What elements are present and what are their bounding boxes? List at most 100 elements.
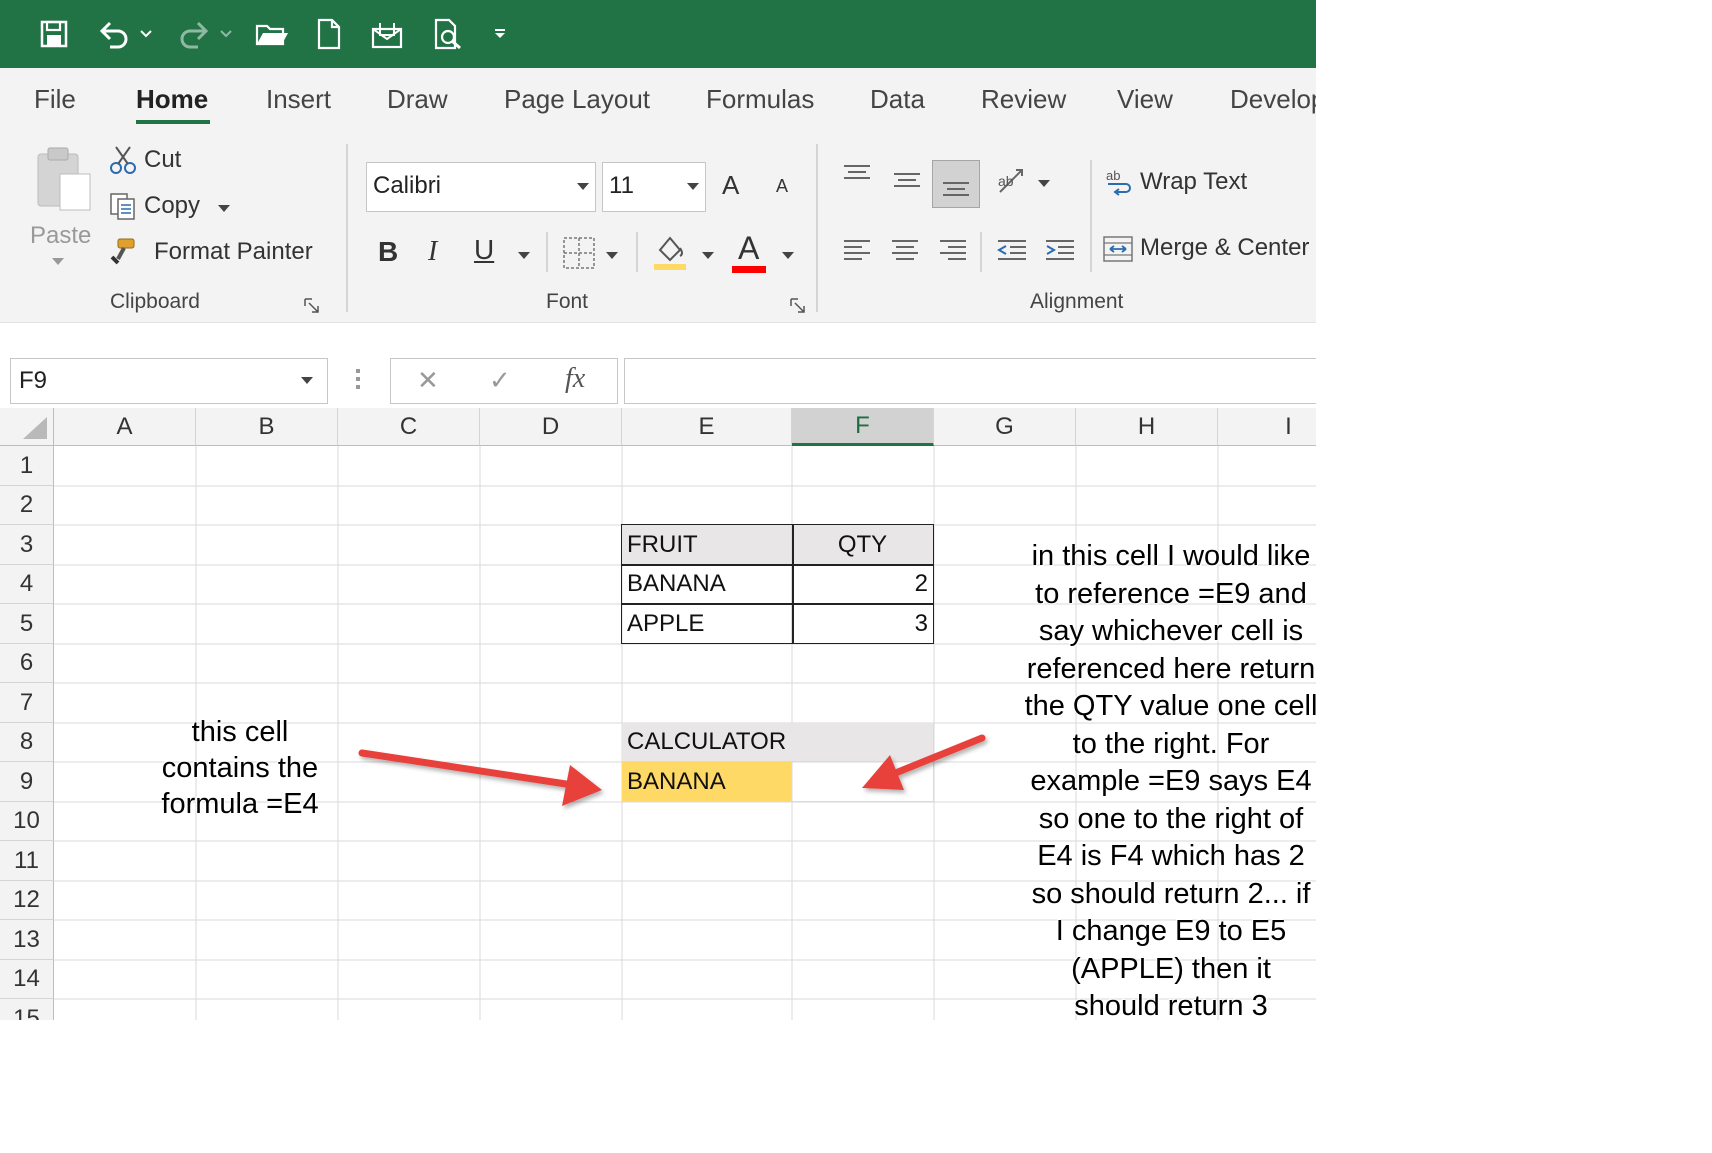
row-header-7[interactable]: 7 [0,683,54,723]
row-header-2[interactable]: 2 [0,486,54,525]
cell-e4[interactable]: BANANA [622,565,792,604]
tab-formulas[interactable]: Formulas [706,84,814,115]
annotation-line: referenced here return [1026,652,1316,685]
cancel-icon[interactable]: ✕ [417,365,439,396]
cell-f5[interactable]: 3 [792,604,934,644]
column-header-b[interactable]: B [196,408,338,446]
name-box[interactable]: F9 [10,358,328,404]
cell-e5[interactable]: APPLE [622,604,792,644]
row-header-4[interactable]: 4 [0,565,54,604]
align-center-icon[interactable] [890,238,920,264]
underline-button[interactable]: U [474,234,494,266]
decrease-indent-icon[interactable] [996,238,1028,264]
font-name-select[interactable]: Calibri [366,162,596,212]
column-header-h[interactable]: H [1076,408,1218,446]
column-header-d[interactable]: D [480,408,622,446]
row-header-12[interactable]: 12 [0,881,54,920]
tab-insert[interactable]: Insert [266,84,331,115]
clipboard-launcher-icon[interactable] [304,298,320,314]
top-align-icon[interactable] [842,164,872,188]
row-header-3[interactable]: 3 [0,525,54,565]
column-header-g[interactable]: G [934,408,1076,446]
borders-icon[interactable] [562,236,596,270]
bold-button[interactable]: B [378,236,398,268]
font-size-select[interactable]: 11 [602,162,706,212]
paste-dropdown-icon[interactable] [52,258,64,265]
bottom-align-button[interactable] [932,160,980,208]
undo-dropdown-icon[interactable] [136,14,156,54]
select-all-button[interactable] [0,408,54,446]
merge-center-button[interactable]: Merge & Center [1102,230,1316,270]
enter-icon[interactable]: ✓ [489,365,511,396]
column-header-f[interactable]: F [792,408,934,446]
email-icon[interactable] [370,14,404,54]
column-header-i[interactable]: I [1218,408,1316,446]
tab-view[interactable]: View [1117,84,1173,115]
right-annotation: in this cell I would like to reference =… [1006,538,1316,1020]
row-header-6[interactable]: 6 [0,644,54,683]
wrap-text-button[interactable]: ab Wrap Text [1104,164,1304,204]
font-size-dropdown-icon [687,183,699,190]
formula-input[interactable] [624,358,1316,404]
save-icon[interactable] [36,14,72,54]
borders-dropdown-icon[interactable] [606,252,618,259]
middle-align-icon[interactable] [892,170,922,194]
row-header-10[interactable]: 10 [0,802,54,841]
copy-button[interactable]: Copy [106,188,306,224]
align-right-icon[interactable] [938,238,968,264]
font-launcher-icon[interactable] [790,298,806,314]
tab-file[interactable]: File [34,84,76,115]
tab-data[interactable]: Data [870,84,925,115]
annotation-line: to reference =E9 and [1035,577,1307,610]
align-left-icon[interactable] [842,238,872,264]
new-file-icon[interactable] [314,14,344,54]
row-header-13[interactable]: 13 [0,920,54,960]
orientation-dropdown-icon[interactable] [1038,180,1050,187]
row-header-15[interactable]: 15 [0,999,54,1020]
cut-button[interactable]: Cut [106,142,306,178]
row-header-5[interactable]: 5 [0,604,54,644]
font-color-swatch [732,266,766,273]
print-preview-icon[interactable] [432,14,464,54]
redo-dropdown-icon[interactable] [216,14,236,54]
cell-f4[interactable]: 2 [792,565,934,604]
row-header-8[interactable]: 8 [0,723,54,762]
cell-f9[interactable] [792,762,934,802]
tab-draw[interactable]: Draw [387,84,448,115]
redo-icon[interactable] [176,14,212,54]
tab-review[interactable]: Review [981,84,1066,115]
cell-e3[interactable]: FRUIT [622,525,792,565]
font-color-dropdown-icon[interactable] [782,252,794,259]
format-painter-button[interactable]: Format Painter [106,234,313,270]
italic-button[interactable]: I [428,236,437,268]
column-header-a[interactable]: A [54,408,196,446]
row-header-9[interactable]: 9 [0,762,54,802]
fill-color-icon[interactable] [652,232,688,272]
cell-e9[interactable]: BANANA [622,762,792,802]
open-folder-icon[interactable] [254,14,290,54]
grow-font-icon[interactable]: A [722,170,739,201]
cell-e8[interactable]: CALCULATOR [622,723,934,762]
tab-developer[interactable]: Develop [1230,84,1316,115]
paste-button[interactable]: Paste [28,144,100,254]
font-color-button[interactable]: A [732,230,768,274]
undo-icon[interactable] [96,14,132,54]
customize-qat-icon[interactable] [488,14,512,54]
formula-bar-grip[interactable] [356,369,360,393]
tab-page-layout[interactable]: Page Layout [504,84,650,115]
increase-indent-icon[interactable] [1044,238,1076,264]
shrink-font-icon[interactable]: A [776,176,788,197]
cell-f3[interactable]: QTY [792,525,934,565]
paste-label: Paste [30,222,92,249]
underline-dropdown-icon[interactable] [518,252,530,259]
row-header-14[interactable]: 14 [0,960,54,999]
row-header-1[interactable]: 1 [0,446,54,486]
orientation-icon[interactable]: ab [996,166,1032,196]
fill-color-dropdown-icon[interactable] [702,252,714,259]
tab-home[interactable]: Home [136,84,208,115]
row-header-11[interactable]: 11 [0,841,54,881]
copy-dropdown-icon[interactable] [218,205,230,212]
column-header-e[interactable]: E [622,408,792,446]
insert-function-icon[interactable]: fx [565,363,585,395]
column-header-c[interactable]: C [338,408,480,446]
